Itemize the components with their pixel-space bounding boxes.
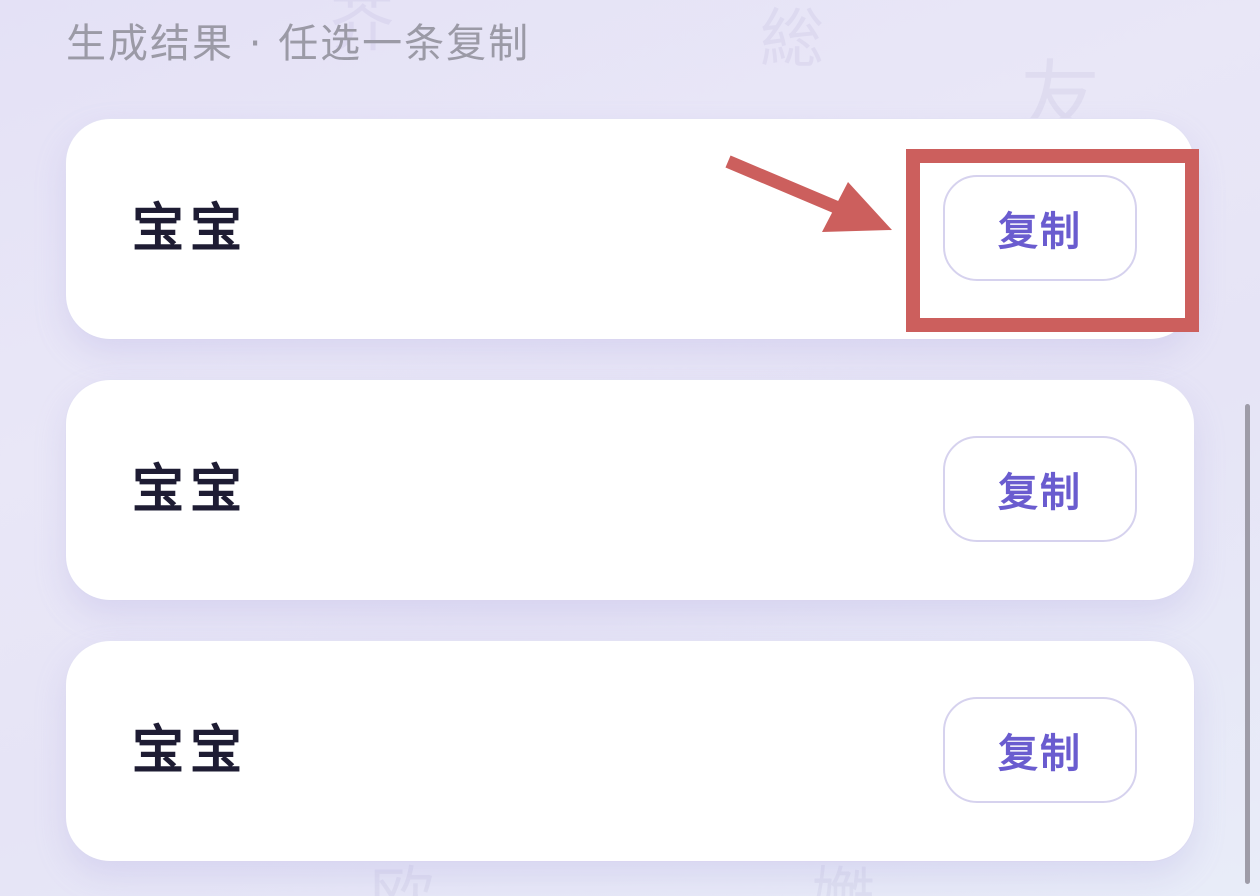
scrollbar-thumb[interactable] (1245, 404, 1250, 884)
result-text: 宝宝 (132, 199, 249, 259)
result-text: 宝宝 (132, 460, 249, 520)
copy-button[interactable]: 复制 (943, 436, 1137, 542)
result-text: 宝宝 (132, 721, 249, 781)
copy-button[interactable]: 复制 (943, 697, 1137, 803)
result-card: 宝宝 复制 (66, 380, 1194, 600)
background-watermark: 総 (760, 3, 824, 77)
result-card: 宝宝 复制 (66, 119, 1194, 339)
result-card: 宝宝 复制 (66, 641, 1194, 861)
copy-button[interactable]: 复制 (943, 175, 1137, 281)
section-title: 生成结果 · 任选一条复制 (66, 21, 531, 67)
